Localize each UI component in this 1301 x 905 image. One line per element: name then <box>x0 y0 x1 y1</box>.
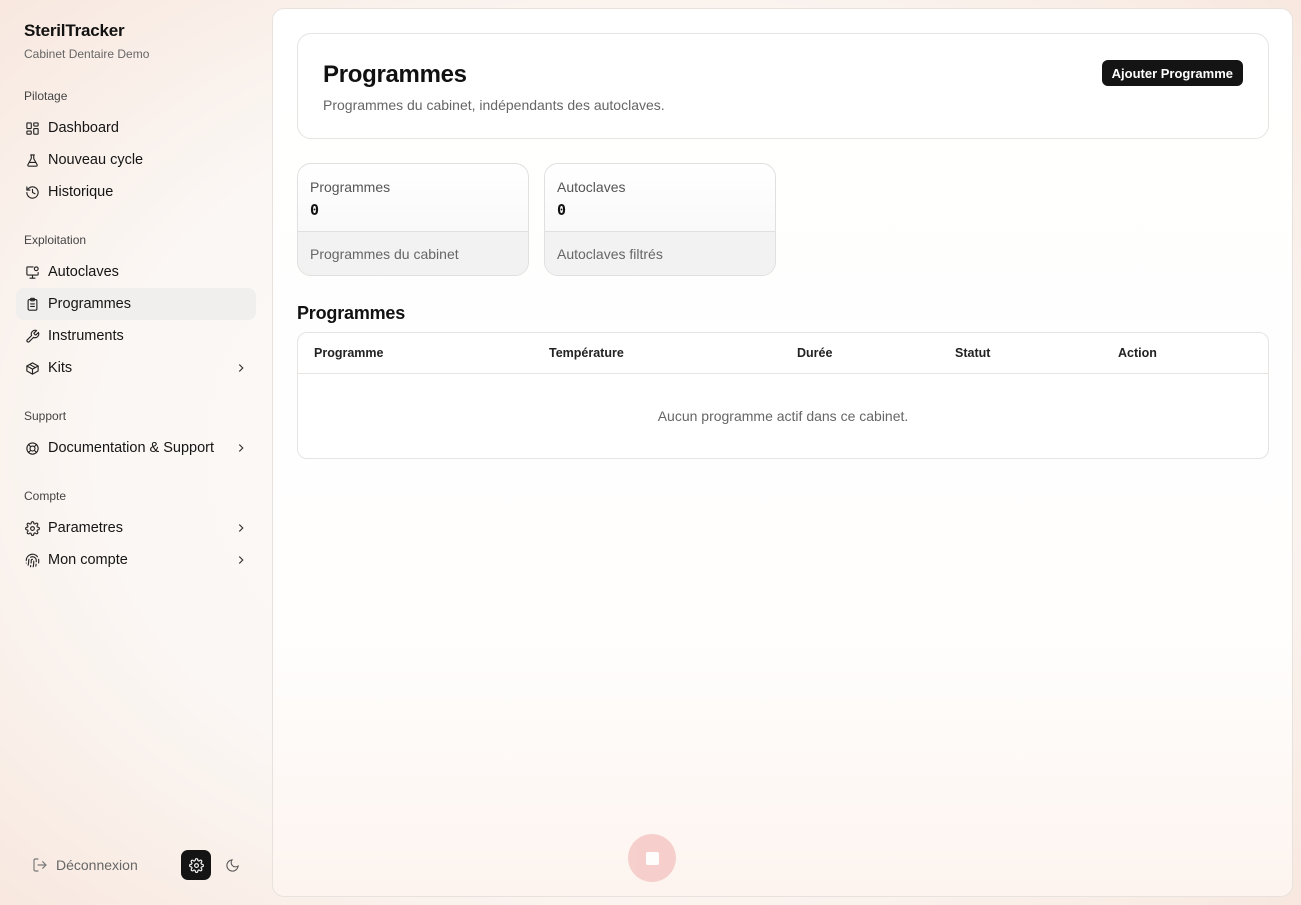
lifebuoy-icon <box>24 440 40 456</box>
sidebar-item-instruments[interactable]: Instruments <box>16 320 256 352</box>
column-header-programme: Programme <box>314 346 384 360</box>
dashboard-icon <box>24 120 40 136</box>
stat-label: Autoclaves <box>557 179 626 195</box>
brand: SterilTracker Cabinet Dentaire Demo <box>24 21 149 61</box>
sidebar-item-autoclaves[interactable]: Autoclaves <box>16 256 256 288</box>
column-header-action: Action <box>1118 346 1157 360</box>
clinic-name: Cabinet Dentaire Demo <box>24 47 150 61</box>
logout-label: Déconnexion <box>56 857 138 873</box>
stat-card-programmes: Programmes 0 Programmes du cabinet <box>297 163 529 276</box>
sidebar-item-dashboard[interactable]: Dashboard <box>16 112 256 144</box>
stat-card-autoclaves: Autoclaves 0 Autoclaves filtrés <box>544 163 776 276</box>
page-subtitle: Programmes du cabinet, indépendants des … <box>323 97 665 113</box>
chevron-right-icon <box>234 441 248 455</box>
column-header-statut: Statut <box>955 346 991 360</box>
sidebar-item-label: Kits <box>48 360 73 376</box>
stat-value: 0 <box>557 201 567 219</box>
page-title: Programmes <box>323 61 467 88</box>
logout-icon <box>33 858 47 872</box>
empty-state-message: Aucun programme actif dans ce cabinet. <box>657 408 909 424</box>
sidebar-item-parametres[interactable]: Parametres <box>16 512 256 544</box>
clipboard-icon <box>24 296 40 312</box>
sidebar-item-kits[interactable]: Kits <box>16 352 256 384</box>
programs-table: Programme Température Durée Statut Actio… <box>297 332 1269 459</box>
sidebar-item-documentation-support[interactable]: Documentation & Support <box>16 432 256 464</box>
sidebar-item-programmes[interactable]: Programmes <box>16 288 256 320</box>
stat-label: Programmes <box>310 179 391 195</box>
chevron-right-icon <box>234 361 248 375</box>
chevron-right-icon <box>234 553 248 567</box>
gear-icon <box>24 520 40 536</box>
stop-recording-button[interactable] <box>628 834 676 882</box>
page-header-card: Programmes Programmes du cabinet, indépe… <box>297 33 1269 139</box>
stat-footer: Programmes du cabinet <box>298 231 528 275</box>
table-header: Programme Température Durée Statut Actio… <box>298 333 1268 374</box>
history-icon <box>24 184 40 200</box>
monitor-icon <box>24 264 40 280</box>
settings-button[interactable] <box>181 850 211 880</box>
section-label-support: Support <box>24 409 67 423</box>
flask-icon <box>24 152 40 168</box>
sidebar-item-label: Parametres <box>48 520 123 536</box>
moon-icon <box>225 858 239 872</box>
programs-section-title: Programmes <box>297 303 406 323</box>
chevron-right-icon <box>234 521 248 535</box>
gear-icon <box>188 857 204 873</box>
sidebar-item-historique[interactable]: Historique <box>16 176 256 208</box>
sidebar-item-label: Programmes <box>48 296 131 312</box>
wrench-icon <box>24 328 40 344</box>
stat-footer: Autoclaves filtrés <box>545 231 775 275</box>
add-program-button[interactable]: Ajouter Programme <box>1101 60 1243 86</box>
package-icon <box>24 360 40 376</box>
section-label-compte: Compte <box>24 489 67 503</box>
main-panel: Programmes Programmes du cabinet, indépe… <box>272 8 1293 897</box>
sidebar-item-label: Mon compte <box>48 552 128 568</box>
stop-icon <box>645 851 659 865</box>
sidebar-item-label: Autoclaves <box>48 264 119 280</box>
sidebar: SterilTracker Cabinet Dentaire Demo Pilo… <box>0 0 272 905</box>
column-header-duree: Durée <box>797 346 833 360</box>
sidebar-item-nouveau-cycle[interactable]: Nouveau cycle <box>16 144 256 176</box>
section-label-exploitation: Exploitation <box>24 233 87 247</box>
sidebar-item-label: Instruments <box>48 328 124 344</box>
sidebar-item-label: Documentation & Support <box>48 440 215 456</box>
theme-toggle-button[interactable] <box>222 855 242 875</box>
app-title: SterilTracker <box>24 21 125 40</box>
sidebar-item-mon-compte[interactable]: Mon compte <box>16 544 256 576</box>
stat-value: 0 <box>310 201 320 219</box>
column-header-temperature: Température <box>549 346 624 360</box>
logout-button[interactable]: Déconnexion <box>32 854 138 876</box>
section-label-pilotage: Pilotage <box>24 89 68 103</box>
sidebar-item-label: Dashboard <box>48 120 119 136</box>
sidebar-item-label: Historique <box>48 184 114 200</box>
fingerprint-icon <box>24 552 40 568</box>
sidebar-item-label: Nouveau cycle <box>48 152 144 168</box>
